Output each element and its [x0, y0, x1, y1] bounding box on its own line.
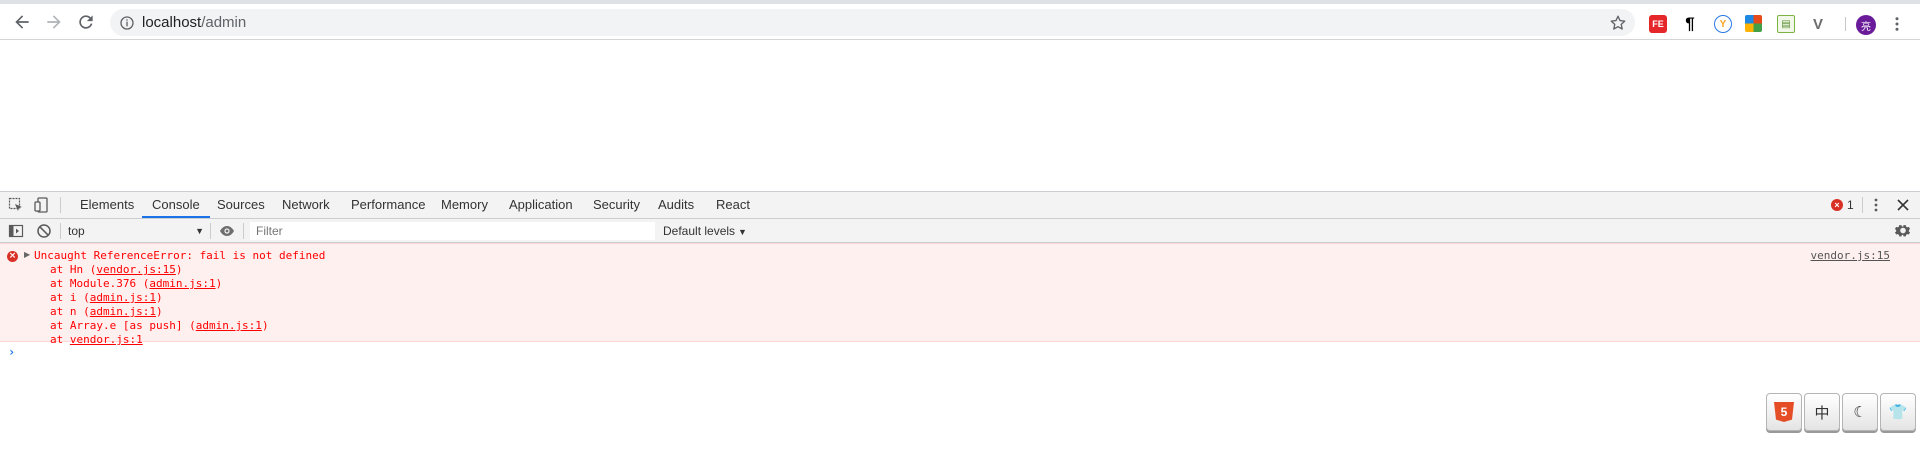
browser-toolbar: localhost/admin FE ¶ Y ▤ V 亮: [0, 4, 1920, 40]
close-icon: [1897, 199, 1909, 211]
error-text[interactable]: Uncaught ReferenceError: fail is not def…: [34, 249, 325, 262]
stack-frame-text: at n (: [50, 305, 90, 318]
devtools-menu-button[interactable]: [1866, 196, 1886, 214]
night-mode-button[interactable]: ☾: [1842, 393, 1878, 431]
pilcrow-extension-icon[interactable]: ¶: [1681, 14, 1699, 33]
forward-button[interactable]: [40, 8, 68, 36]
tabbar-separator: [60, 197, 61, 213]
context-selector[interactable]: top ▼: [68, 222, 204, 240]
show-sidebar-icon[interactable]: [6, 222, 26, 240]
log-levels-label: Default levels: [663, 224, 736, 238]
tab-application[interactable]: Application: [499, 192, 583, 218]
devtools-tabbar: Elements Console Sources Network Perform…: [0, 192, 1920, 219]
html5-button[interactable]: 5: [1766, 393, 1802, 431]
moon-icon: ☾: [1853, 404, 1867, 421]
chinese-input-icon: 中: [1814, 404, 1830, 422]
tab-performance[interactable]: Performance: [341, 192, 435, 218]
stack-frame: at i (admin.js:1): [50, 291, 163, 304]
arrow-left-icon: [15, 15, 29, 29]
caret-down-icon: ▼: [738, 227, 747, 237]
stack-frame-text: ): [155, 305, 163, 318]
vue-extension-icon[interactable]: V: [1809, 15, 1827, 33]
error-source-link[interactable]: vendor.js:15: [1811, 249, 1890, 262]
stack-frame-text: at i (: [50, 291, 90, 304]
error-count: 1: [1847, 198, 1854, 212]
shirt-icon: 👕: [1888, 404, 1908, 421]
stack-frame-text: ): [215, 277, 223, 290]
prompt-chevron-icon: ›: [8, 345, 16, 359]
y-extension-icon[interactable]: Y: [1714, 15, 1732, 33]
tab-sources[interactable]: Sources: [207, 192, 275, 218]
stack-frame-link[interactable]: admin.js:1: [90, 291, 156, 304]
device-toolbar-icon[interactable]: [32, 196, 52, 214]
html5-icon: 5: [1774, 402, 1794, 422]
toolbar-separator: [60, 223, 61, 239]
tabbar-separator: [1862, 197, 1863, 213]
browser-menu-button[interactable]: [1887, 14, 1907, 34]
stack-frame-text: at Hn (: [50, 263, 97, 276]
clear-console-icon[interactable]: [34, 222, 54, 240]
error-count-badge[interactable]: × 1: [1831, 198, 1854, 212]
stack-frame: at Array.e [as push] (admin.js:1): [50, 319, 269, 332]
console-toolbar: top ▼ Default levels▼: [0, 219, 1920, 243]
console-error-message: × ▶ Uncaught ReferenceError: fail is not…: [0, 243, 1920, 346]
toolbar-separator: [243, 223, 244, 239]
context-value: top: [68, 224, 85, 238]
tab-network[interactable]: Network: [272, 192, 340, 218]
stack-frame: at Hn (vendor.js:15): [50, 263, 182, 276]
expand-triangle-icon[interactable]: ▶: [24, 250, 30, 259]
stack-frame: at Module.376 (admin.js:1): [50, 277, 222, 290]
stack-frame-link[interactable]: vendor.js:15: [96, 263, 175, 276]
log-levels-dropdown[interactable]: Default levels ▼: [663, 222, 747, 240]
skin-button[interactable]: 👕: [1880, 393, 1916, 431]
gear-icon: [1895, 225, 1911, 237]
url-path: /admin: [201, 14, 247, 31]
url-text[interactable]: localhost/admin: [142, 9, 246, 36]
console-settings-button[interactable]: [1893, 222, 1913, 240]
tab-security[interactable]: Security: [583, 192, 650, 218]
stack-frame: at n (admin.js:1): [50, 305, 163, 318]
error-circle-icon: ×: [1831, 199, 1843, 211]
chinese-input-button[interactable]: 中: [1804, 393, 1840, 431]
caret-down-icon: ▼: [195, 226, 204, 236]
console-prompt[interactable]: ›: [0, 343, 1920, 363]
stack-frame-text: ): [261, 319, 269, 332]
profile-avatar[interactable]: 亮: [1856, 15, 1876, 35]
tab-console[interactable]: Console: [142, 192, 210, 218]
tab-audits[interactable]: Audits: [648, 192, 704, 218]
stack-frame-text: at Array.e [as push] (: [50, 319, 196, 332]
devtools-close-button[interactable]: [1893, 196, 1913, 214]
inspect-element-icon[interactable]: [6, 196, 26, 214]
stack-frame-link[interactable]: admin.js:1: [90, 305, 156, 318]
stack-frame-text: ): [175, 263, 183, 276]
sheet-extension-icon[interactable]: ▤: [1777, 15, 1795, 33]
fehelper-extension-icon[interactable]: FE: [1649, 15, 1667, 33]
page-viewport: [0, 41, 1920, 191]
tab-elements[interactable]: Elements: [70, 192, 144, 218]
colorgrid-extension-icon[interactable]: [1745, 15, 1762, 32]
toolbar-divider: [1845, 17, 1846, 31]
floating-widget: 5 中 ☾ 👕: [1766, 393, 1916, 433]
url-host: localhost: [142, 14, 202, 31]
devtools-panel: Elements Console Sources Network Perform…: [0, 191, 1920, 473]
reload-button[interactable]: [72, 8, 100, 36]
stack-frame-link[interactable]: admin.js:1: [196, 319, 262, 332]
address-bar[interactable]: localhost/admin: [110, 9, 1635, 36]
console-filter-input[interactable]: [250, 222, 655, 240]
tab-react[interactable]: React: [706, 192, 760, 218]
stack-frame-text: ): [155, 291, 163, 304]
stack-frame-link[interactable]: admin.js:1: [149, 277, 215, 290]
error-circle-icon: ×: [7, 251, 18, 262]
info-icon[interactable]: [118, 14, 135, 31]
kebab-menu-icon: [1895, 17, 1899, 31]
arrow-right-icon: [47, 15, 61, 29]
tab-memory[interactable]: Memory: [431, 192, 498, 218]
stack-frame-text: at Module.376 (: [50, 277, 150, 290]
bookmark-star-icon[interactable]: [1608, 13, 1627, 32]
kebab-menu-icon: [1874, 198, 1878, 212]
back-button[interactable]: [8, 8, 36, 36]
reload-icon: [79, 15, 93, 29]
toolbar-separator: [210, 223, 211, 239]
live-expression-eye-icon[interactable]: [217, 222, 237, 240]
